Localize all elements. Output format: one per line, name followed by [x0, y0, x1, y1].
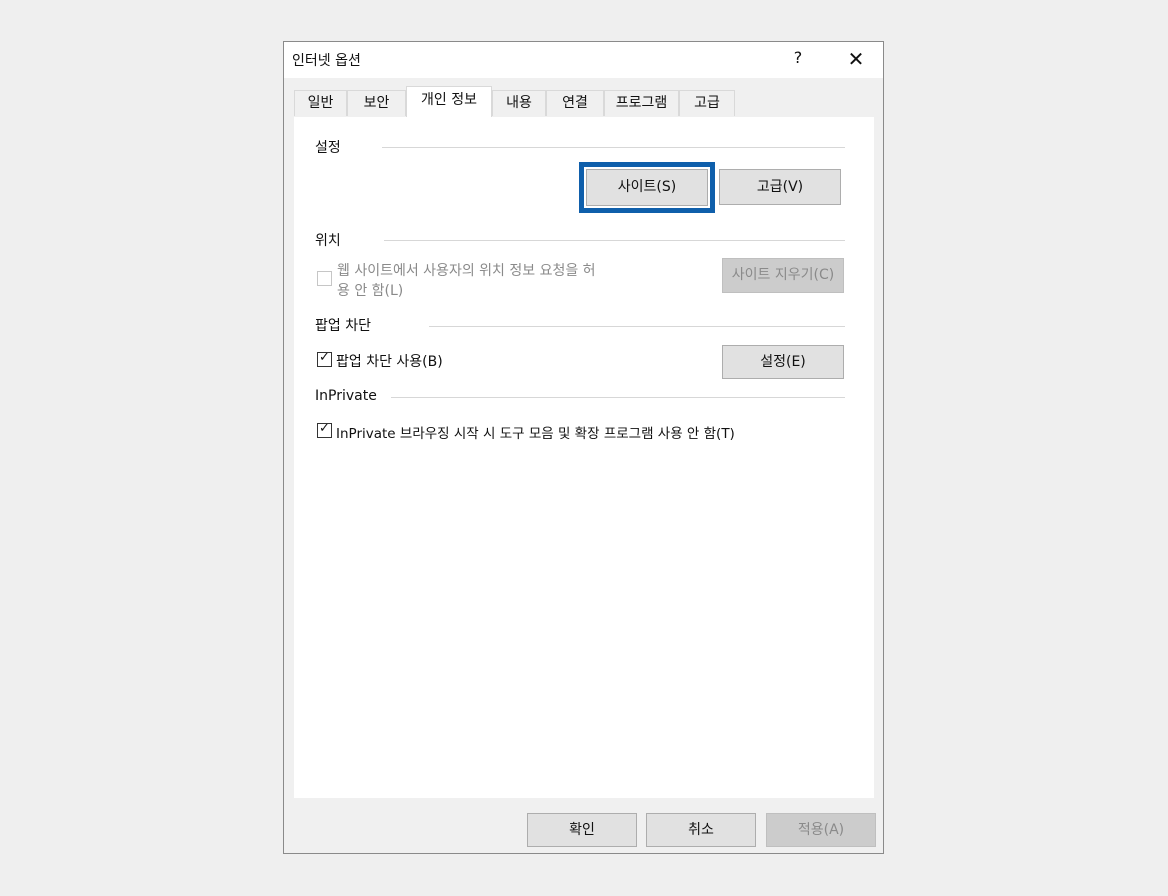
sites-button[interactable]: 사이트(S) [586, 169, 708, 206]
settings-divider [382, 147, 845, 148]
location-checkbox[interactable] [317, 271, 332, 286]
tab-privacy[interactable]: 개인 정보 [406, 86, 492, 117]
location-checkbox-label-line1: 웹 사이트에서 사용자의 위치 정보 요청을 허 [337, 263, 596, 279]
clear-sites-button[interactable]: 사이트 지우기(C) [722, 258, 844, 293]
popup-blocker-checkbox-label: 팝업 차단 사용(B) [336, 354, 443, 370]
tab-programs[interactable]: 프로그램 [604, 90, 679, 116]
location-heading: 위치 [315, 233, 341, 249]
popup-blocker-checkbox[interactable]: ✓ [317, 350, 332, 367]
checkmark-icon: ✓ [319, 421, 330, 436]
popup-settings-button[interactable]: 설정(E) [722, 345, 844, 379]
tab-content[interactable]: 내용 [492, 90, 546, 116]
settings-heading: 설정 [315, 140, 341, 156]
inprivate-checkbox-label: InPrivate 브라우징 시작 시 도구 모음 및 확장 프로그램 사용 안… [336, 426, 735, 442]
cancel-button[interactable]: 취소 [646, 813, 756, 847]
internet-options-dialog: 인터넷 옵션 ? ✕ 일반 보안 개인 정보 내용 연결 프로그램 고급 설정 … [283, 41, 884, 854]
inprivate-heading: InPrivate [315, 388, 377, 404]
ok-button[interactable]: 확인 [527, 813, 637, 847]
tab-security[interactable]: 보안 [347, 90, 406, 116]
inprivate-divider [391, 397, 845, 398]
tab-connections[interactable]: 연결 [546, 90, 604, 116]
tab-advanced[interactable]: 고급 [679, 90, 735, 116]
location-checkbox-label-line2: 용 안 함(L) [337, 283, 404, 299]
checkmark-icon: ✓ [319, 350, 330, 365]
help-button[interactable]: ? [790, 48, 806, 70]
apply-button[interactable]: 적용(A) [766, 813, 876, 847]
location-divider [384, 240, 845, 241]
inprivate-checkbox[interactable]: ✓ [317, 421, 332, 438]
title-bar: 인터넷 옵션 ? ✕ [284, 42, 883, 78]
popup-blocker-heading: 팝업 차단 [315, 318, 371, 334]
popup-blocker-divider [429, 326, 845, 327]
tab-general[interactable]: 일반 [294, 90, 347, 116]
close-button[interactable]: ✕ [842, 46, 870, 72]
privacy-tab-panel: 설정 사이트(S) 고급(V) 위치 웹 사이트에서 사용자의 위치 정보 요청… [294, 117, 874, 798]
advanced-button[interactable]: 고급(V) [719, 169, 841, 205]
window-title: 인터넷 옵션 [292, 53, 361, 69]
